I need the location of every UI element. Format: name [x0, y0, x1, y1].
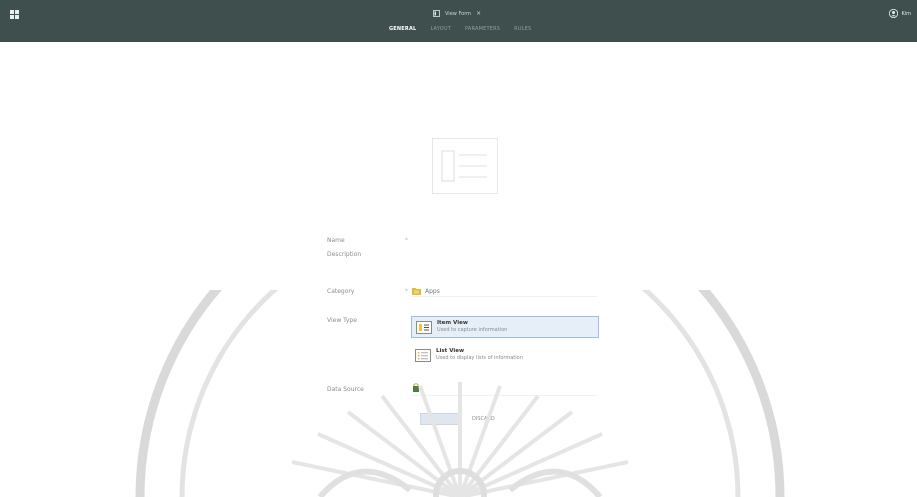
subtab-bar: GENERAL LAYOUT PARAMETERS RULES: [389, 26, 531, 32]
tab-general[interactable]: GENERAL: [389, 26, 416, 32]
name-required-marker: *: [405, 237, 408, 244]
close-icon[interactable]: ×: [476, 10, 481, 17]
document-tab-title: View Form: [445, 10, 472, 17]
document-tab[interactable]: View Form ×: [433, 7, 481, 20]
tab-layout[interactable]: LAYOUT: [430, 26, 451, 32]
description-label: Description: [327, 251, 362, 258]
user-menu[interactable]: Kim: [889, 9, 911, 18]
view-preview-thumbnail: [432, 138, 498, 194]
user-name: Kim: [901, 10, 911, 17]
top-header: View Form × Kim GENERAL LAYOUT PARAMETER…: [0, 0, 917, 42]
name-field[interactable]: [412, 236, 597, 245]
tab-parameters[interactable]: PARAMETERS: [465, 26, 500, 32]
view-form-icon: [433, 10, 440, 17]
tab-rules[interactable]: RULES: [514, 26, 531, 32]
app-grid-icon[interactable]: [10, 10, 19, 19]
watermark-emblem: [135, 290, 785, 497]
name-label: Name: [327, 237, 345, 244]
description-field[interactable]: [412, 249, 597, 258]
user-avatar-icon: [889, 9, 899, 18]
